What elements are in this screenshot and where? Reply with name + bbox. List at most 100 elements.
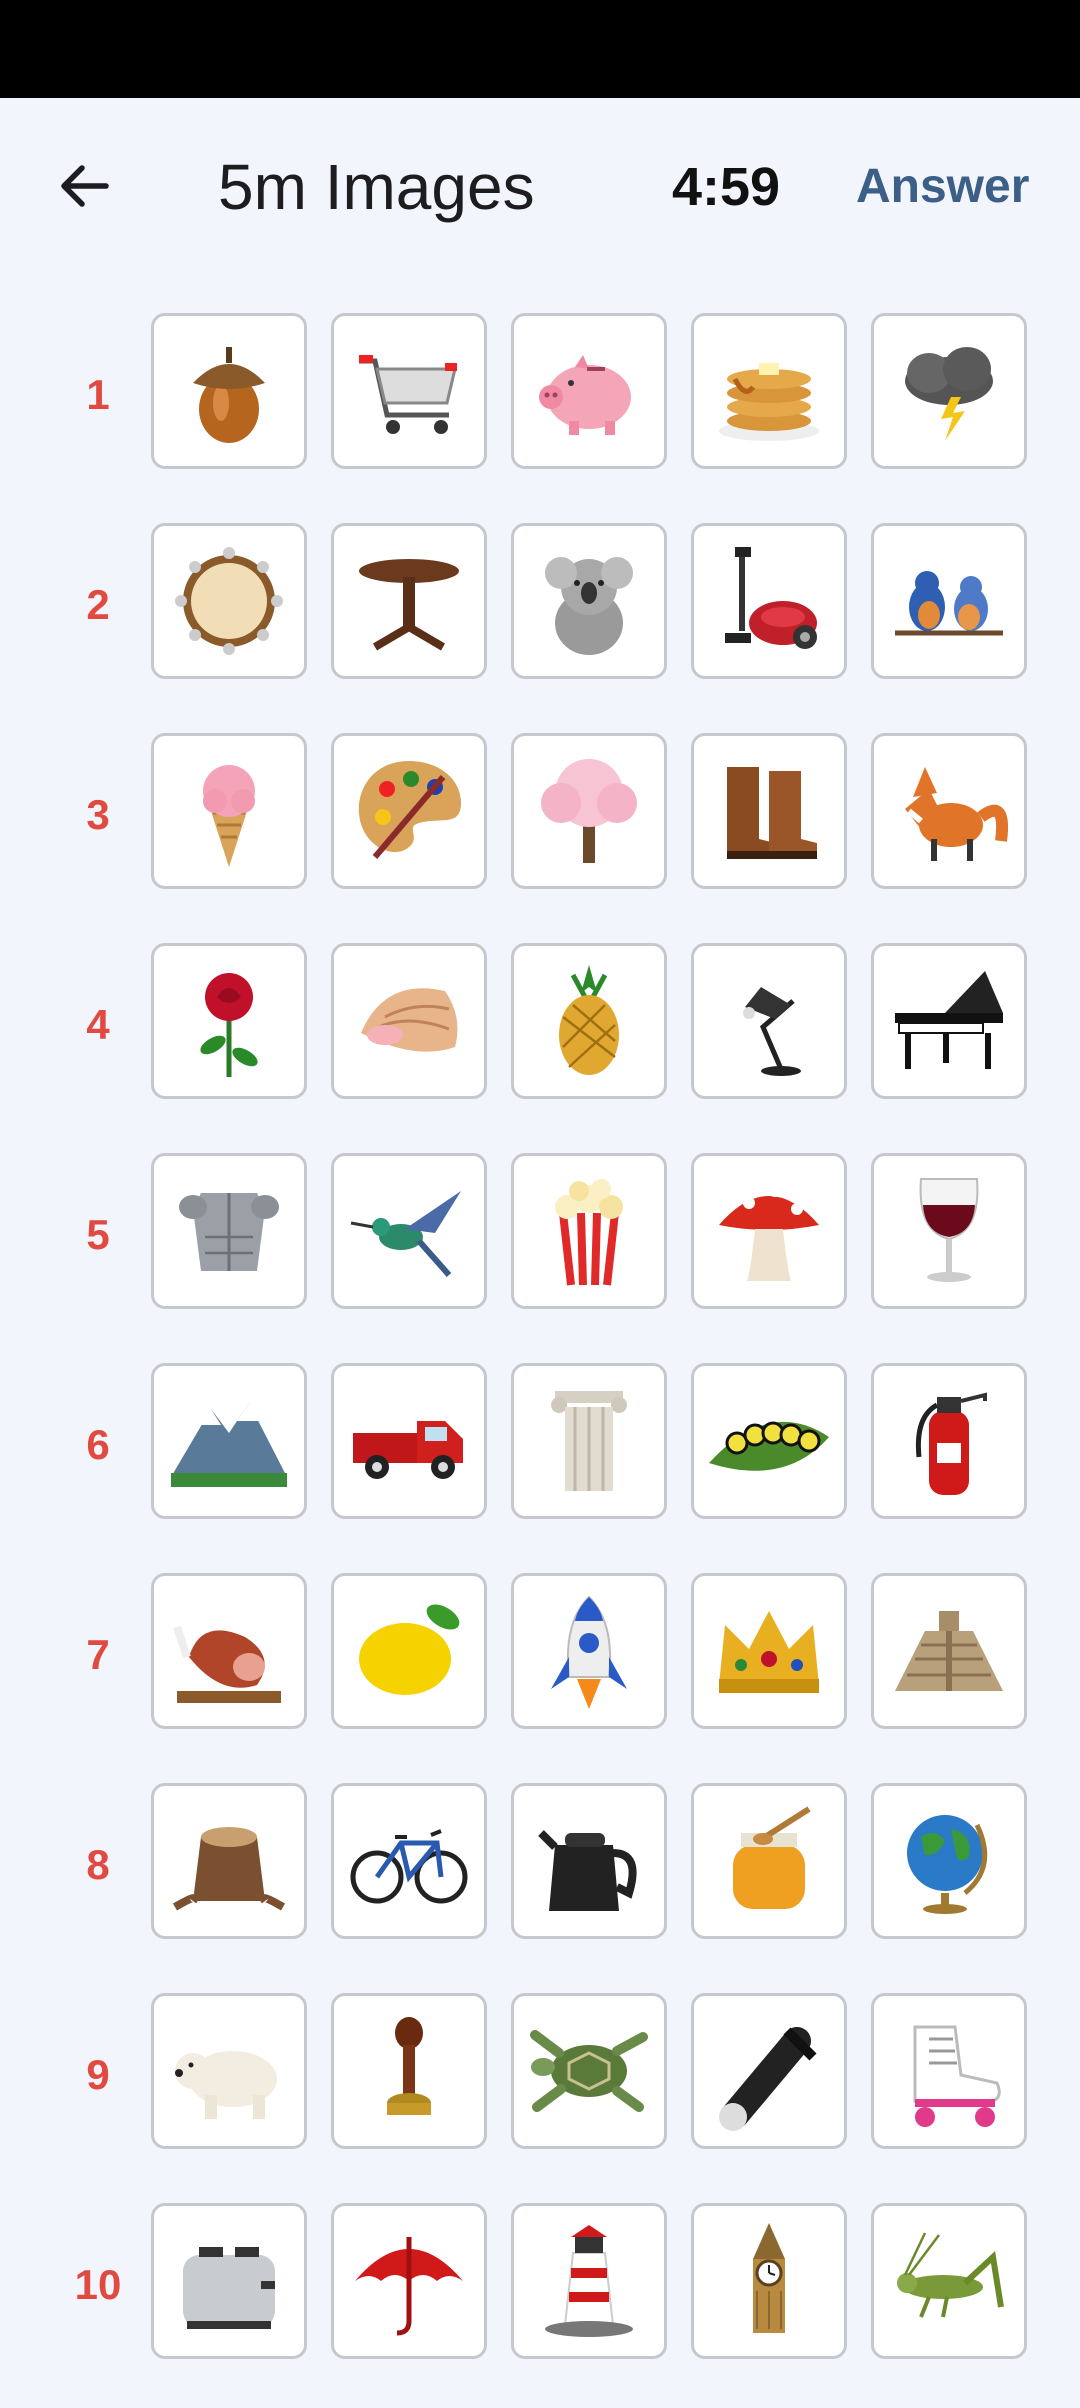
paint-palette-icon [358,761,461,859]
mushroom-icon [719,1185,819,1281]
row-number: 7 [86,1631,110,1678]
image-tile[interactable] [151,733,307,889]
boots-icon [727,767,817,859]
row-number: 4 [86,1001,110,1048]
image-tile[interactable] [691,1363,847,1519]
piggy-bank-icon [539,355,631,435]
image-tile[interactable] [871,313,1027,469]
image-tile[interactable] [511,1993,667,2149]
image-tile[interactable] [511,2203,667,2359]
countdown-timer: 4:59 [672,157,781,217]
image-tile[interactable] [691,2203,847,2359]
image-tile[interactable] [151,523,307,679]
round-table-icon [359,559,459,651]
image-tile[interactable] [691,1783,847,1939]
image-tile[interactable] [151,1783,307,1939]
image-tile[interactable] [691,733,847,889]
answer-button[interactable]: Answer [856,142,1029,232]
image-tile[interactable] [511,1363,667,1519]
storm-cloud-icon [905,347,993,441]
image-tile[interactable] [331,1783,487,1939]
image-tile[interactable] [511,523,667,679]
mountain-icon [171,1403,287,1487]
row-number: 10 [74,2261,122,2308]
image-tile[interactable] [511,1783,667,1939]
row-number: 9 [86,2051,110,2098]
image-tile[interactable] [691,1153,847,1309]
kettle-icon [538,1830,637,1911]
page-title: 5m Images [218,151,535,223]
arrow-left-icon [61,165,109,207]
grid-row: 9 [0,1993,1080,2157]
toaster-icon [183,2247,275,2329]
image-tile[interactable] [511,313,667,469]
image-tile[interactable] [331,943,487,1099]
row-number: 8 [86,1841,110,1888]
wine-glass-icon [919,1178,979,1282]
image-tile[interactable] [331,733,487,889]
image-tile[interactable] [151,1573,307,1729]
row-number: 3 [86,791,110,838]
image-tile[interactable] [871,733,1027,889]
image-tile[interactable] [511,733,667,889]
image-tile[interactable] [331,1363,487,1519]
ham-icon [173,1625,281,1703]
image-tile[interactable] [331,2203,487,2359]
image-tile[interactable] [691,313,847,469]
image-tile[interactable] [871,1993,1027,2149]
grid-row: 10 [0,2203,1080,2367]
image-tile[interactable] [151,943,307,1099]
image-tile[interactable] [331,1993,487,2149]
image-tile[interactable] [691,943,847,1099]
back-button[interactable] [46,148,122,224]
pyramid-icon [895,1611,1003,1691]
image-tile[interactable] [151,1363,307,1519]
row-number: 1 [86,371,110,418]
umbrella-icon [355,2237,463,2336]
image-tile[interactable] [151,1993,307,2149]
image-tile[interactable] [871,523,1027,679]
image-tile[interactable] [331,1153,487,1309]
image-tile[interactable] [151,2203,307,2359]
grid-row: 7 [0,1573,1080,1737]
image-tile[interactable] [511,943,667,1099]
image-tile[interactable] [871,2203,1027,2359]
lighthouse-icon [545,2225,633,2337]
image-tile[interactable] [871,1153,1027,1309]
image-tile[interactable] [691,1573,847,1729]
image-tile[interactable] [691,1993,847,2149]
acorn-icon [193,347,265,443]
bicycle-icon [350,1829,468,1904]
image-tile[interactable] [331,1573,487,1729]
hummingbird-icon [350,1191,461,1277]
pancakes-icon [719,363,819,441]
status-bar [0,0,1080,98]
pickup-truck-icon [353,1421,463,1479]
rose-icon [200,973,258,1077]
image-tile[interactable] [511,1573,667,1729]
image-tile[interactable] [871,1783,1027,1939]
wax-seal-stamp-icon [387,2017,431,2115]
grand-piano-icon [895,971,1003,1069]
image-tile[interactable] [331,313,487,469]
grid-row: 5 [0,1153,1080,1317]
grid-row: 3 [0,733,1080,897]
image-tile[interactable] [871,1363,1027,1519]
grid-row: 8 [0,1783,1080,1947]
image-tile[interactable] [331,523,487,679]
seashell-icon [361,988,458,1052]
flashlight-icon [719,2027,817,2131]
lemon-icon [359,1604,460,1695]
bluebirds-icon [895,571,1003,636]
shopping-cart-icon [359,355,457,434]
image-tile[interactable] [691,523,847,679]
image-tile[interactable] [151,1153,307,1309]
image-tile[interactable] [151,313,307,469]
globe-icon [907,1815,988,1914]
image-tile[interactable] [871,1573,1027,1729]
koala-icon [545,557,633,655]
grasshopper-icon [897,2232,1004,2318]
image-tile[interactable] [511,1153,667,1309]
image-tile[interactable] [871,943,1027,1099]
row-number: 5 [86,1211,110,1258]
